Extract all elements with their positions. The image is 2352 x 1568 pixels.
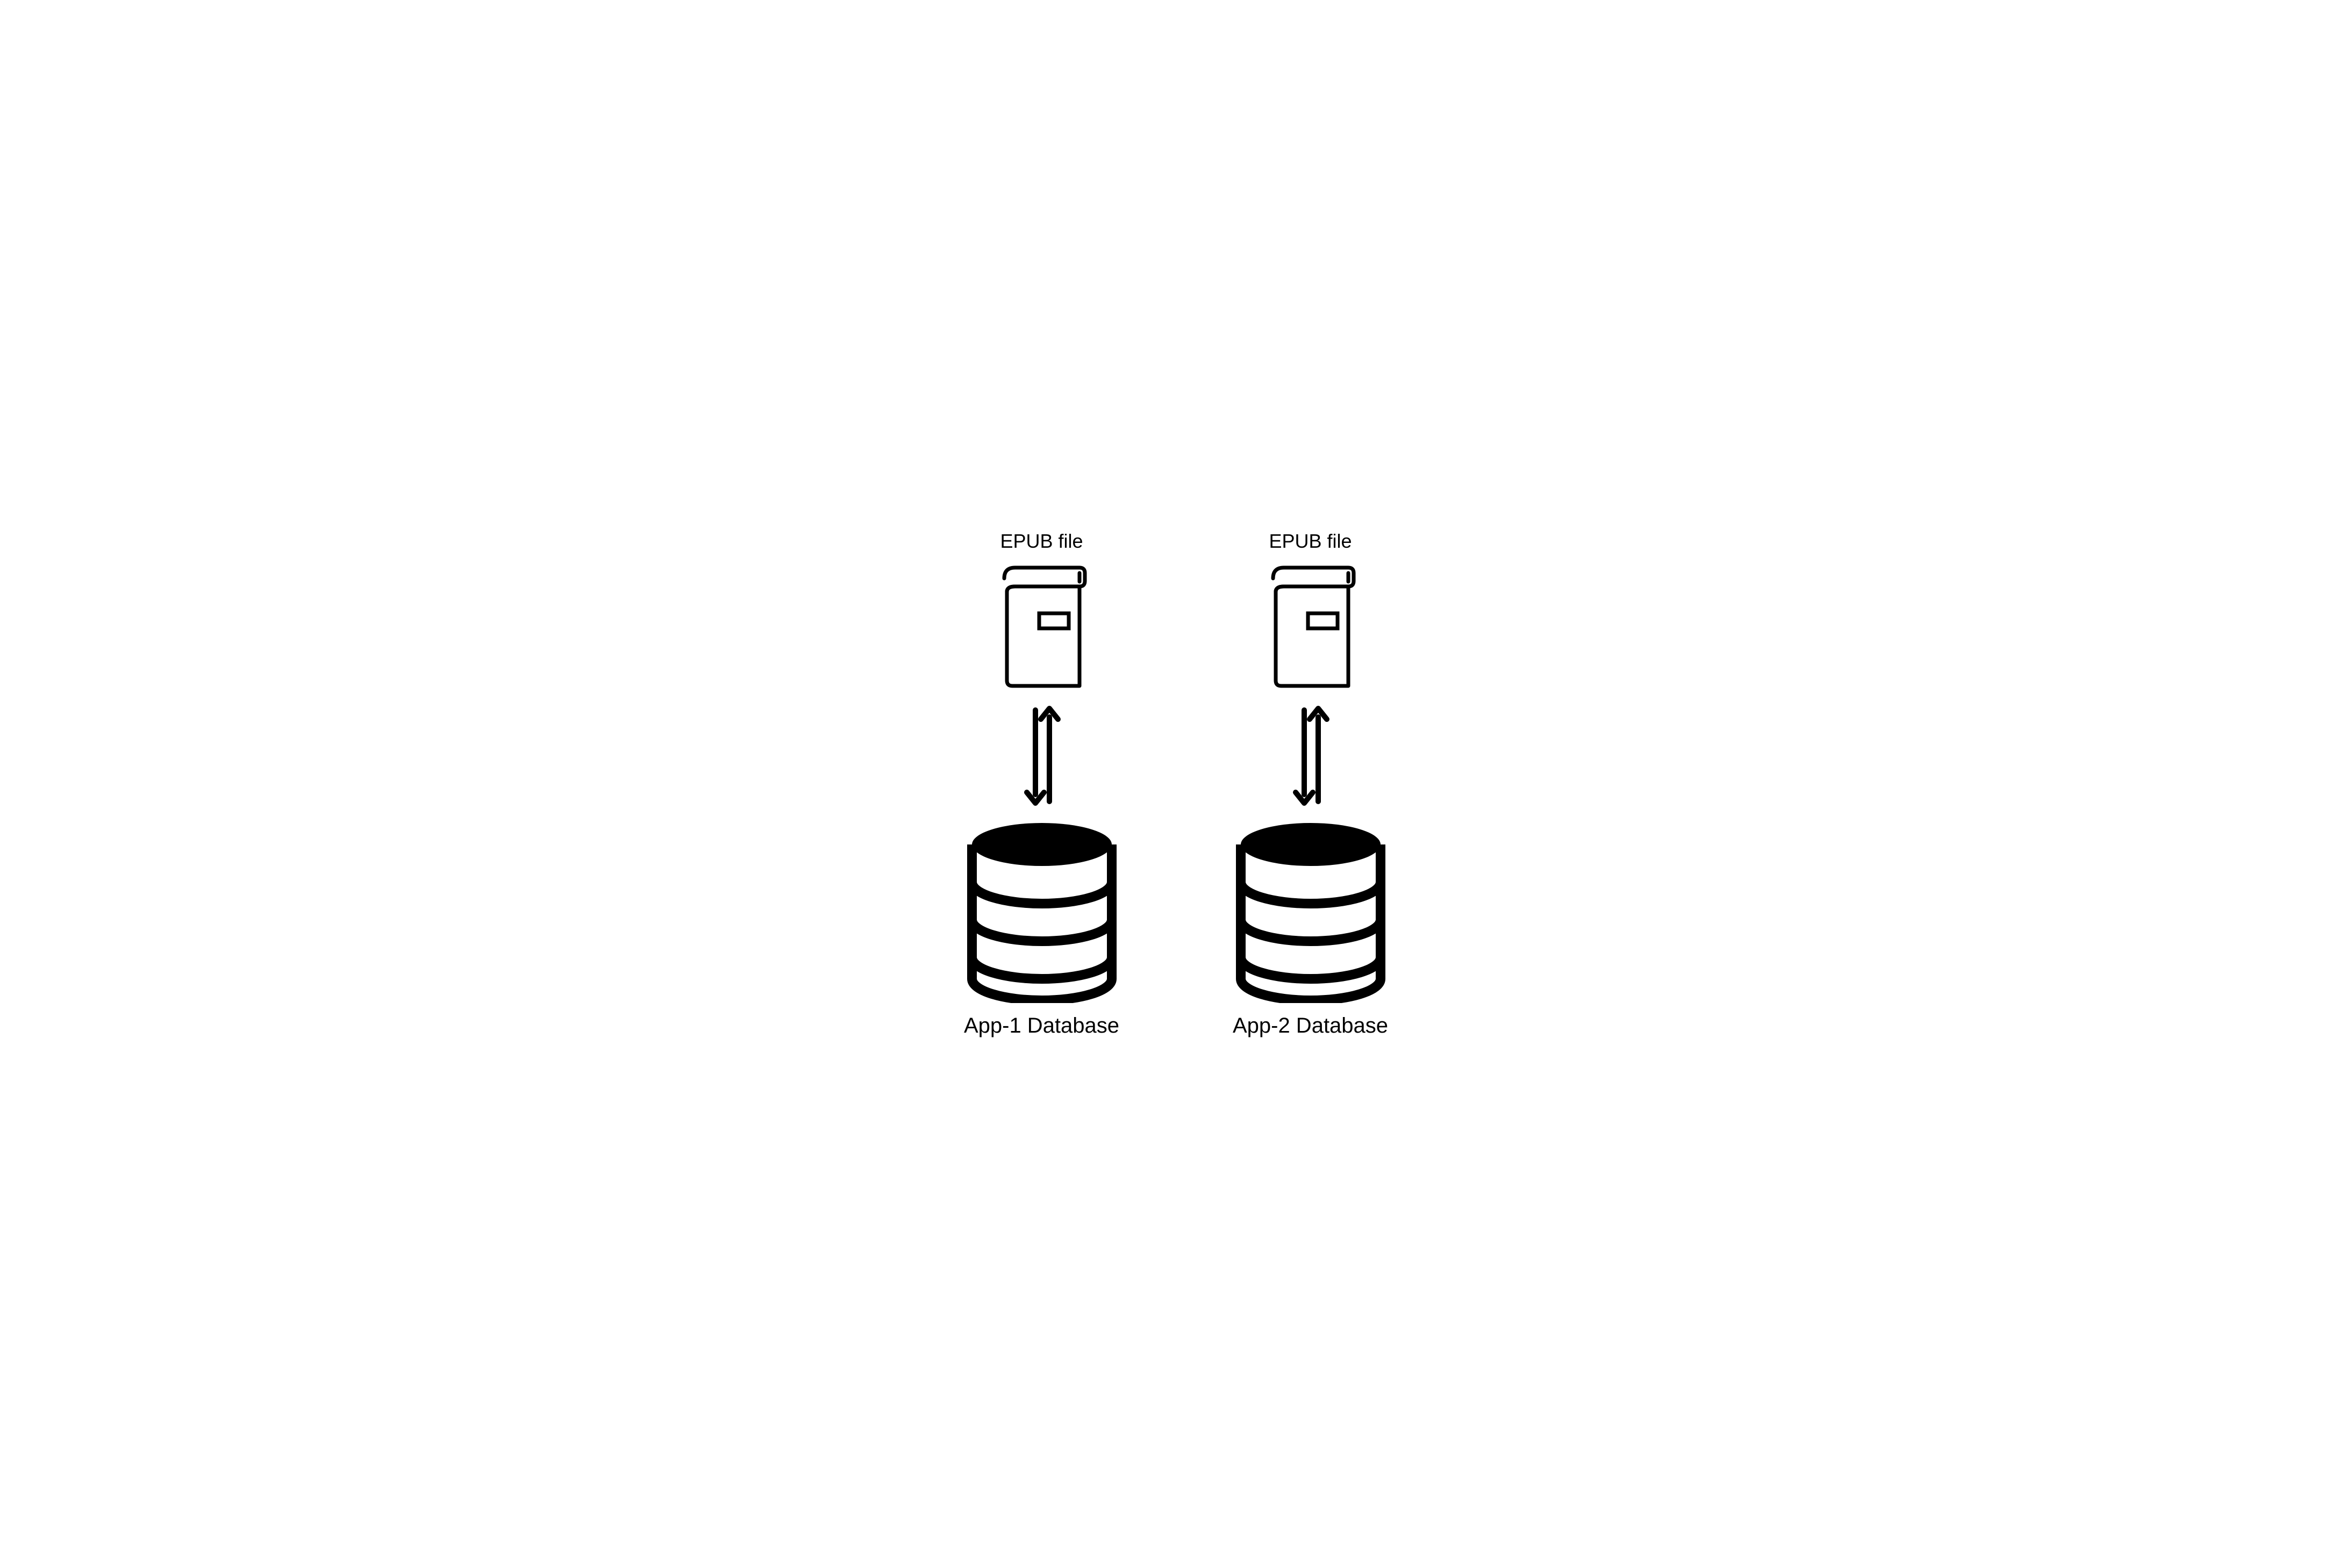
column-app1: EPUB file App-1 Database: [961, 530, 1123, 1038]
column-app2: EPUB file App-2 Database: [1230, 530, 1391, 1038]
bidirectional-arrows-icon: [1020, 702, 1063, 810]
book-icon: [1257, 562, 1364, 691]
database-label-1: App-1 Database: [964, 1014, 1119, 1038]
bidirectional-arrows-icon: [1289, 702, 1332, 810]
book-icon: [988, 562, 1096, 691]
database-label-2: App-2 Database: [1233, 1014, 1388, 1038]
epub-label-2: EPUB file: [1269, 530, 1352, 553]
database-icon: [961, 820, 1123, 1003]
database-icon: [1230, 820, 1391, 1003]
epub-label-1: EPUB file: [1000, 530, 1083, 553]
diagram-container: EPUB file App-1 Database EPUB file: [929, 498, 1424, 1070]
